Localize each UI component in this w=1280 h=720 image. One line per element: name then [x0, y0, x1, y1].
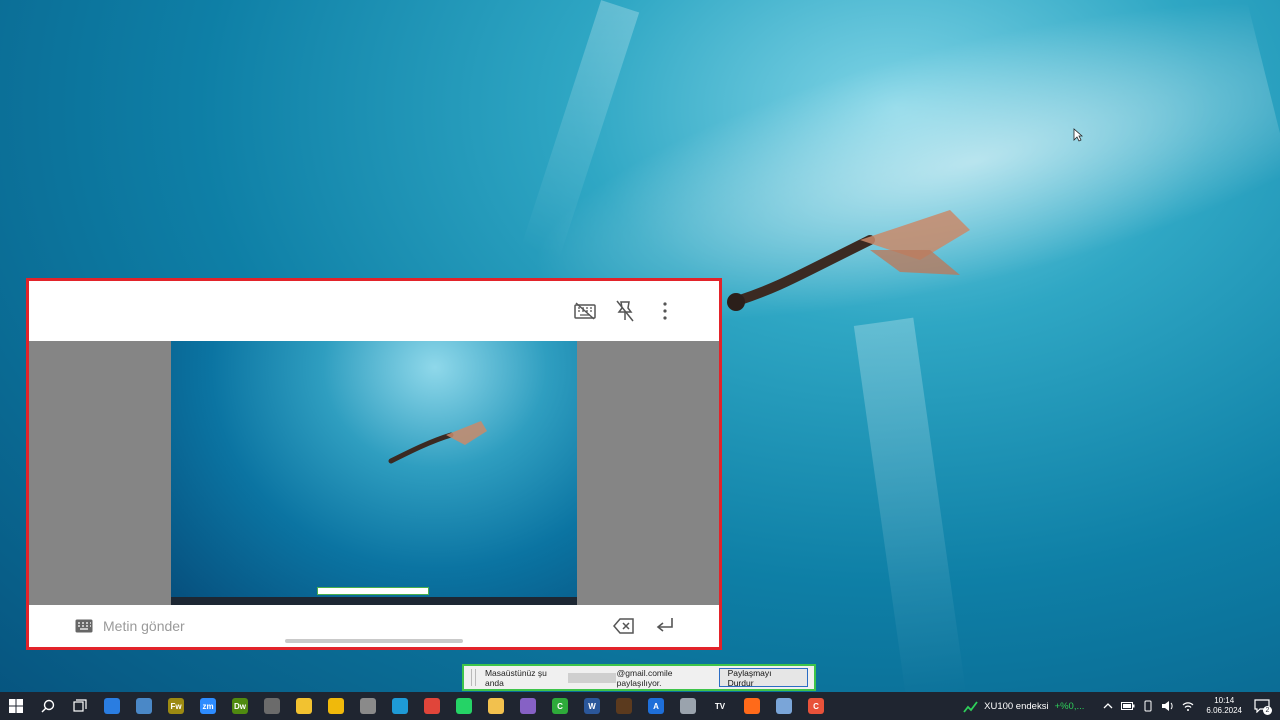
- phone-window-toolbar: [29, 281, 719, 341]
- dreamweaver-app-icon[interactable]: Dw: [224, 692, 256, 720]
- screen-share-notification: Masaüstünüz şu anda @gmail.comile paylaş…: [462, 664, 816, 691]
- stock-chart-icon[interactable]: [963, 699, 979, 713]
- fireworks-app-glyph: Fw: [168, 698, 184, 714]
- sticky-notes-app-glyph: [296, 698, 312, 714]
- visual-studio-app-icon[interactable]: [512, 692, 544, 720]
- stop-sharing-button[interactable]: Paylaşmayı Durdur: [718, 668, 809, 688]
- camtasia-app-glyph: C: [552, 698, 568, 714]
- battery-icon[interactable]: [1120, 698, 1136, 714]
- binance-app-glyph: [328, 698, 344, 714]
- computer-app-glyph: [136, 698, 152, 714]
- clock-date: 6.06.2024: [1206, 706, 1242, 715]
- chrome-app-icon[interactable]: [416, 692, 448, 720]
- phone-link-tray-icon[interactable]: [1140, 698, 1156, 714]
- light-ray: [853, 317, 967, 703]
- binance-app-icon[interactable]: [320, 692, 352, 720]
- freediver-figure: [727, 210, 970, 311]
- phone-link-app-glyph: [776, 698, 792, 714]
- phone-mirror-screen[interactable]: [29, 341, 719, 605]
- system-tray: XU100 endeksi +%0,... 10:14 6.06.2024 2: [963, 692, 1280, 720]
- more-vert-icon[interactable]: [649, 295, 681, 327]
- computer-app-icon[interactable]: [128, 692, 160, 720]
- edge-app-glyph: [392, 698, 408, 714]
- taskbar-apps: Fw zm Dw C W A TV C: [96, 692, 832, 720]
- c-app-icon[interactable]: C: [800, 692, 832, 720]
- shared-desktop-preview: [171, 341, 577, 605]
- affinity-app-glyph: A: [648, 698, 664, 714]
- mini-share-notice: [317, 587, 429, 595]
- mail-app-glyph: [104, 698, 120, 714]
- cube-app-glyph: [360, 698, 376, 714]
- orange-app-glyph: [744, 698, 760, 714]
- zoom-app-icon[interactable]: zm: [192, 692, 224, 720]
- share-text-before: Masaüstünüz şu anda: [484, 667, 547, 688]
- wifi-icon[interactable]: [1180, 698, 1196, 714]
- send-text-input[interactable]: Metin gönder: [103, 618, 613, 634]
- mini-taskbar: [171, 597, 577, 605]
- game-app-glyph: [616, 698, 632, 714]
- tradingview-app-glyph: TV: [712, 698, 728, 714]
- word-app-icon[interactable]: W: [576, 692, 608, 720]
- keyboard-off-icon[interactable]: [569, 295, 601, 327]
- unpin-icon[interactable]: [609, 295, 641, 327]
- share-text-after: @gmail.comile paylaşılıyor.: [616, 667, 673, 688]
- volume-icon[interactable]: [1160, 698, 1176, 714]
- search-icon[interactable]: [32, 692, 64, 720]
- diver-preview-icon: [388, 421, 487, 464]
- fireworks-app-icon[interactable]: Fw: [160, 692, 192, 720]
- orange-app-icon[interactable]: [736, 692, 768, 720]
- windows-start-icon[interactable]: [0, 692, 32, 720]
- disc-app-icon[interactable]: [672, 692, 704, 720]
- phone-link-app-icon[interactable]: [768, 692, 800, 720]
- disc-app-glyph: [680, 698, 696, 714]
- sticky-notes-app-icon[interactable]: [288, 692, 320, 720]
- word-app-glyph: W: [584, 698, 600, 714]
- file-explorer-app-icon[interactable]: [480, 692, 512, 720]
- clock-time: 10:14: [1214, 696, 1235, 705]
- chevron-up-icon[interactable]: [1100, 698, 1116, 714]
- notification-count: 2: [1263, 706, 1272, 715]
- redacted-email: [568, 672, 616, 683]
- whatsapp-app-icon[interactable]: [448, 692, 480, 720]
- file-explorer-app-glyph: [488, 698, 504, 714]
- dreamweaver-app-glyph: Dw: [232, 698, 248, 714]
- mouse-cursor-icon: [1073, 128, 1083, 142]
- phone-screen-window: Metin gönder: [26, 278, 722, 650]
- clock[interactable]: 10:14 6.06.2024: [1206, 696, 1242, 716]
- task-view-icon[interactable]: [64, 692, 96, 720]
- taskbar: Fw zm Dw C W A TV C XU100 endeksi +%0,... 10:14…: [0, 692, 1280, 720]
- visual-studio-app-glyph: [520, 698, 536, 714]
- keyboard-icon[interactable]: [75, 619, 93, 633]
- stock-name[interactable]: XU100 endeksi: [984, 701, 1048, 712]
- drag-handle[interactable]: [471, 669, 476, 686]
- tradingview-app-icon[interactable]: TV: [704, 692, 736, 720]
- game-app-icon[interactable]: [608, 692, 640, 720]
- cube-app-icon[interactable]: [352, 692, 384, 720]
- enter-icon[interactable]: [655, 617, 675, 635]
- backspace-icon[interactable]: [613, 618, 635, 634]
- edge-app-icon[interactable]: [384, 692, 416, 720]
- c-app-glyph: C: [808, 698, 824, 714]
- chrome-app-glyph: [424, 698, 440, 714]
- mail-app-icon[interactable]: [96, 692, 128, 720]
- camtasia-app-icon[interactable]: C: [544, 692, 576, 720]
- horizontal-scrollbar[interactable]: [285, 639, 463, 643]
- zoom-app-glyph: zm: [200, 698, 216, 714]
- affinity-app-icon[interactable]: A: [640, 692, 672, 720]
- calculator-app-icon[interactable]: [256, 692, 288, 720]
- calculator-app-glyph: [264, 698, 280, 714]
- stock-change[interactable]: +%0,...: [1055, 701, 1085, 712]
- notifications-icon[interactable]: 2: [1252, 696, 1272, 716]
- whatsapp-app-glyph: [456, 698, 472, 714]
